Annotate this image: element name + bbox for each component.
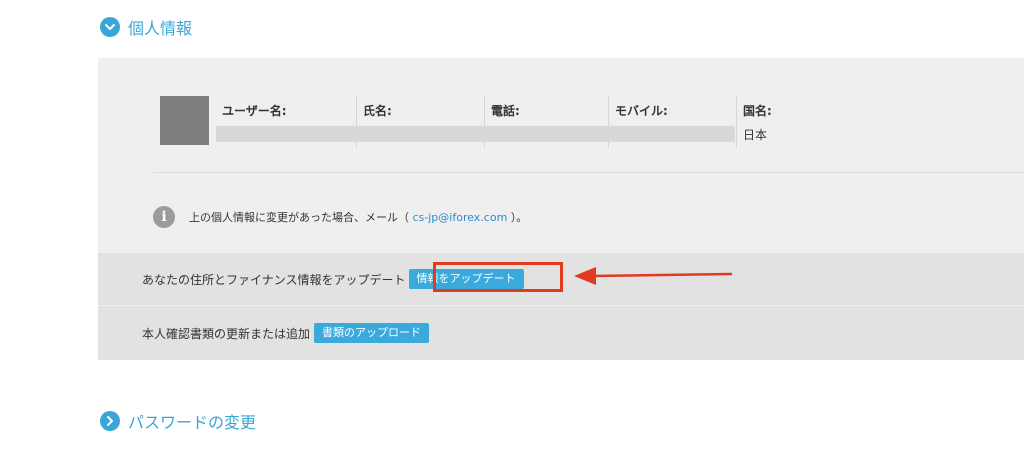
highlight-box — [433, 262, 563, 292]
notice-text-before: 上の個人情報に変更があった場合、メール（ — [189, 211, 409, 224]
field-username: ユーザー名: — [216, 96, 356, 148]
field-country: 国名: 日本 — [736, 96, 857, 148]
field-label-country: 国名: — [743, 104, 772, 118]
field-label-fullname: 氏名: — [363, 104, 392, 118]
notice-text: 上の個人情報に変更があった場合、メール（ cs-jp@iforex.com ）。 — [189, 209, 527, 225]
field-label-mobile: モバイル: — [615, 104, 668, 118]
divider — [153, 172, 1024, 173]
profile-summary: ユーザー名: 氏名: 電話: モバイル: 国名: 日本 — [160, 96, 1024, 148]
field-mobile: モバイル: — [608, 96, 737, 148]
chevron-right-icon — [100, 411, 120, 431]
chevron-down-icon — [100, 17, 120, 37]
personal-info-title: 個人情報 — [128, 19, 193, 38]
password-title: パスワードの変更 — [128, 413, 257, 432]
upload-docs-button[interactable]: 書類のアップロード — [314, 323, 430, 343]
upload-docs-text: 本人確認書類の更新または追加 — [142, 326, 311, 341]
personal-info-header[interactable]: 個人情報 — [100, 15, 192, 39]
field-fullname: 氏名: — [356, 96, 485, 148]
support-email-link[interactable]: cs-jp@iforex.com — [413, 211, 508, 224]
field-label-username: ユーザー名: — [222, 104, 287, 118]
field-phone: 電話: — [484, 96, 609, 148]
upload-docs-row: 本人確認書類の更新または追加 書類のアップロード — [98, 306, 1024, 360]
avatar — [160, 96, 209, 145]
password-header[interactable]: パスワードの変更 — [100, 409, 256, 433]
update-info-text: あなたの住所とファイナンス情報をアップデート — [142, 272, 406, 287]
red-arrow-icon — [574, 267, 733, 285]
personal-info-panel: ユーザー名: 氏名: 電話: モバイル: 国名: 日本 i 上の個人情報に変更が… — [98, 58, 1024, 360]
field-value-country: 日本 — [743, 128, 768, 142]
info-icon: i — [153, 206, 175, 228]
field-label-phone: 電話: — [491, 104, 520, 118]
change-notice: i 上の個人情報に変更があった場合、メール（ cs-jp@iforex.com … — [153, 206, 527, 228]
notice-text-after: ）。 — [510, 211, 528, 224]
